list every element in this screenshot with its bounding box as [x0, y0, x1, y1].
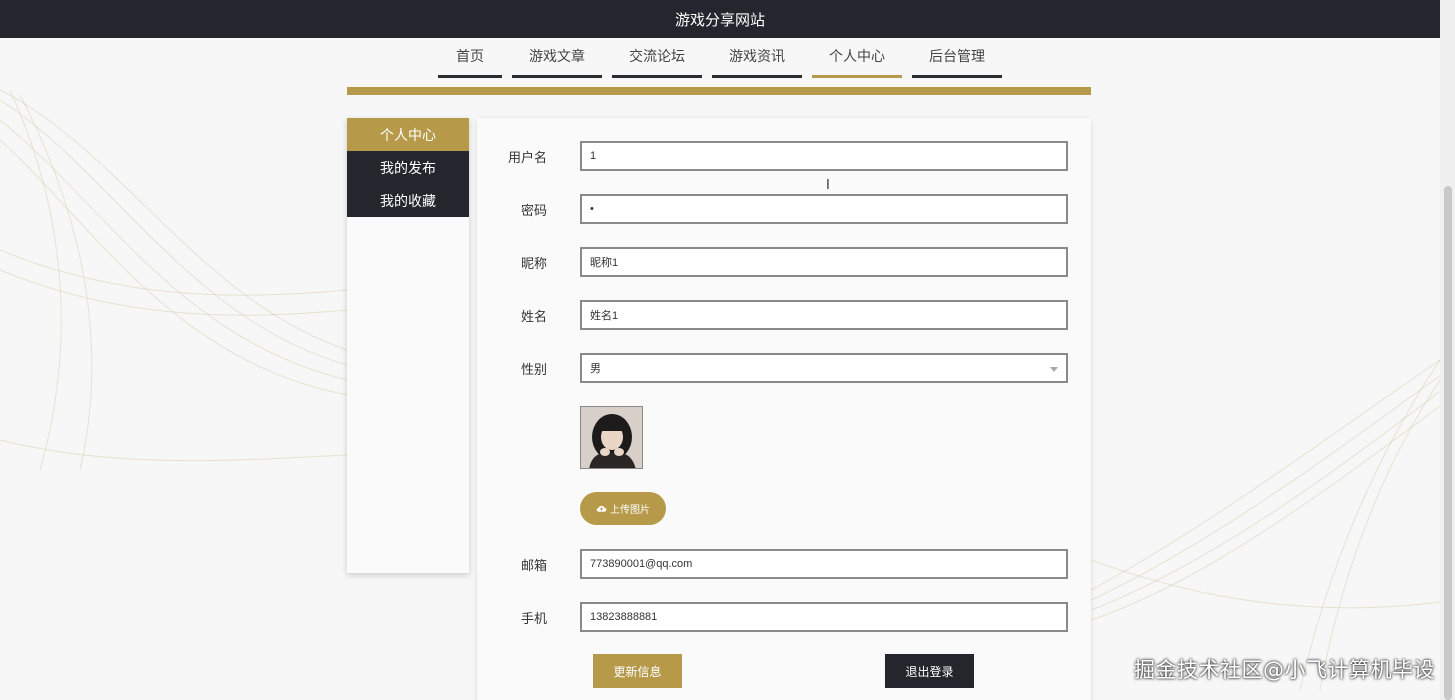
upload-image-button[interactable]: 上传图片 — [580, 492, 666, 525]
gender-select[interactable]: 男 — [580, 353, 1068, 383]
main-nav: 首页 游戏文章 交流论坛 游戏资讯 个人中心 后台管理 — [0, 46, 1440, 80]
username-label: 用户名 — [507, 151, 547, 166]
name-label: 姓名 — [520, 310, 547, 325]
logout-button[interactable]: 退出登录 — [885, 654, 974, 688]
upload-button-label: 上传图片 — [610, 505, 650, 516]
password-field[interactable]: • — [580, 194, 1068, 224]
cloud-upload-icon — [596, 505, 607, 512]
nav-item-game-articles[interactable]: 游戏文章 — [512, 46, 602, 80]
site-title: 游戏分享网站 — [674, 10, 765, 29]
password-label: 密码 — [520, 204, 547, 219]
phone-field[interactable]: 13823888881 — [580, 602, 1068, 632]
sidebar-item-personal-center[interactable]: 个人中心 — [347, 118, 469, 151]
nav-item-game-news[interactable]: 游戏资讯 — [712, 46, 802, 80]
nav-item-home[interactable]: 首页 — [438, 46, 502, 80]
nav-item-admin[interactable]: 后台管理 — [912, 46, 1002, 80]
name-field[interactable]: 姓名1 — [580, 300, 1068, 330]
sidebar-item-my-posts[interactable]: 我的发布 — [347, 151, 469, 184]
text-cursor-icon: I — [826, 178, 830, 193]
nav-divider — [347, 87, 1091, 95]
gender-label: 性别 — [520, 363, 547, 378]
site-header: 游戏分享网站 — [0, 0, 1440, 38]
sidebar-item-my-favorites[interactable]: 我的收藏 — [347, 184, 469, 217]
nickname-field[interactable]: 昵称1 — [580, 247, 1068, 277]
scrollbar-thumb[interactable] — [1444, 186, 1452, 700]
profile-form-panel: 用户名 1 密码 • 昵称 昵称1 姓名 姓名1 性别 男 上传图片 邮箱 77… — [477, 118, 1091, 700]
gender-row: 性别 男 — [477, 353, 1091, 383]
name-row: 姓名 姓名1 — [477, 300, 1091, 330]
phone-row: 手机 13823888881 — [477, 602, 1091, 632]
password-row: 密码 • — [477, 194, 1091, 224]
gender-value: 男 — [590, 363, 601, 375]
nickname-row: 昵称 昵称1 — [477, 247, 1091, 277]
email-label: 邮箱 — [520, 559, 547, 574]
avatar-image — [581, 407, 642, 468]
chevron-down-icon — [1050, 367, 1058, 372]
phone-label: 手机 — [520, 612, 547, 627]
nav-item-personal-center[interactable]: 个人中心 — [812, 46, 902, 80]
update-info-button[interactable]: 更新信息 — [593, 654, 682, 688]
avatar — [580, 406, 643, 469]
email-row: 邮箱 773890001@qq.com — [477, 549, 1091, 579]
username-field[interactable]: 1 — [580, 141, 1068, 171]
nickname-label: 昵称 — [520, 257, 547, 272]
sidebar: 个人中心 我的发布 我的收藏 — [347, 118, 469, 573]
nav-item-forum[interactable]: 交流论坛 — [612, 46, 702, 80]
page-scrollbar[interactable] — [1440, 0, 1455, 700]
username-row: 用户名 1 — [477, 141, 1091, 171]
watermark: 掘金技术社区@小飞计算机毕设 — [1134, 658, 1435, 682]
email-field[interactable]: 773890001@qq.com — [580, 549, 1068, 579]
